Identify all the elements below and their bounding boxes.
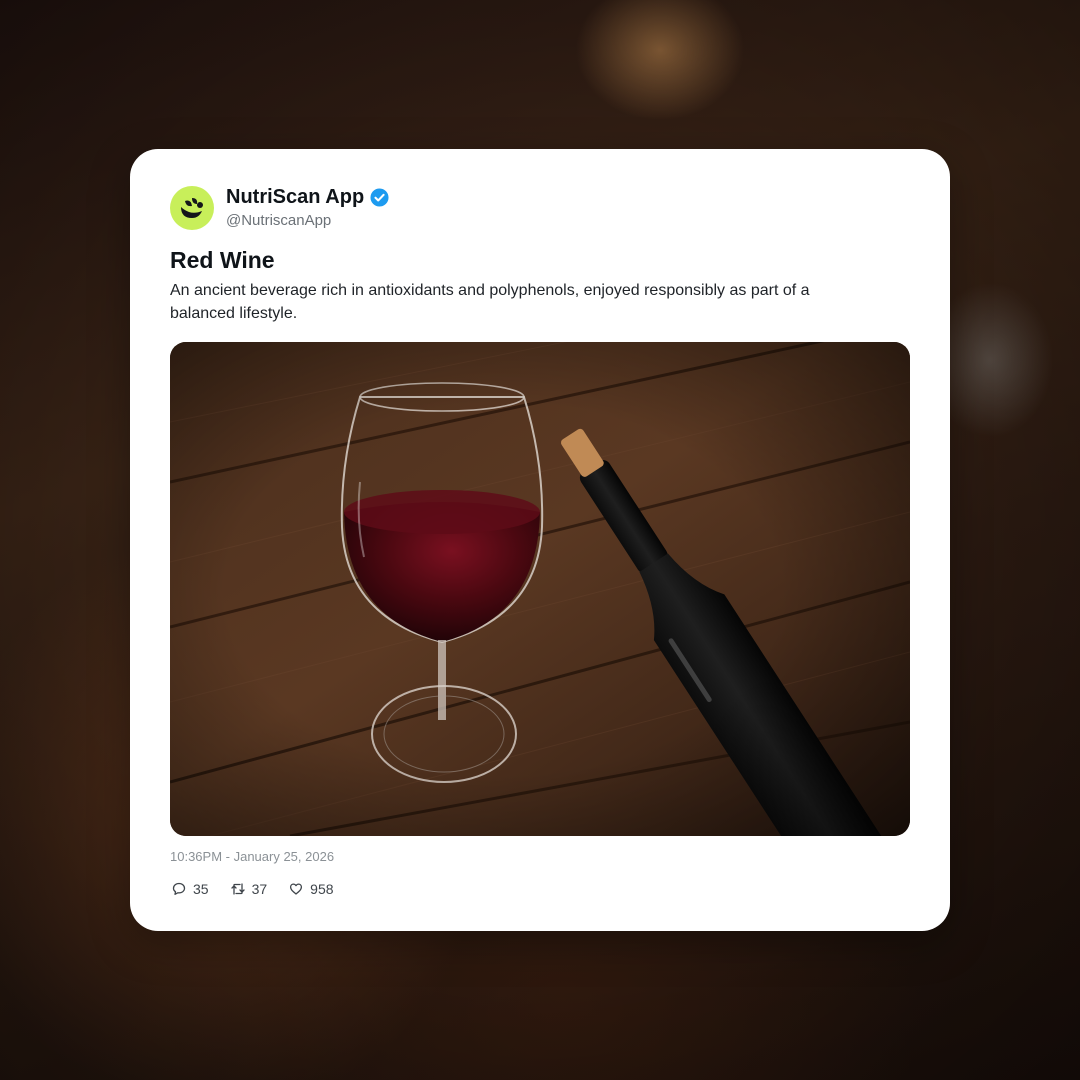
post-header: NutriScan App @NutriscanApp: [170, 185, 389, 231]
like-button[interactable]: 958: [289, 880, 334, 898]
repost-count: 37: [251, 881, 268, 897]
like-count: 958: [310, 881, 334, 897]
leaf-logo-icon: [181, 198, 203, 218]
name-row: NutriScan App: [226, 185, 389, 209]
author-display-name[interactable]: NutriScan App: [226, 185, 364, 209]
post-timestamp[interactable]: 10:36PM - January 25, 2026: [170, 849, 334, 865]
author-identity: NutriScan App @NutriscanApp: [226, 185, 389, 231]
avatar[interactable]: [170, 186, 214, 230]
repost-button[interactable]: 37: [230, 880, 268, 898]
author-handle[interactable]: @NutriscanApp: [226, 211, 389, 231]
post-body-text: An ancient beverage rich in antioxidants…: [170, 282, 810, 322]
reply-count: 35: [193, 881, 209, 897]
post-title: Red Wine: [170, 247, 275, 273]
heart-icon: [290, 883, 303, 895]
post-actions: 35 37 958: [172, 880, 356, 898]
post-image[interactable]: [170, 342, 910, 836]
verified-badge-icon: [370, 187, 389, 207]
post-card: NutriScan App @NutriscanApp Red Wine An …: [130, 149, 950, 931]
reply-icon: [172, 882, 186, 895]
wine-glass-and-bottle-photo: [170, 342, 910, 836]
repost-icon: [230, 883, 245, 895]
reply-button[interactable]: 35: [172, 880, 209, 898]
